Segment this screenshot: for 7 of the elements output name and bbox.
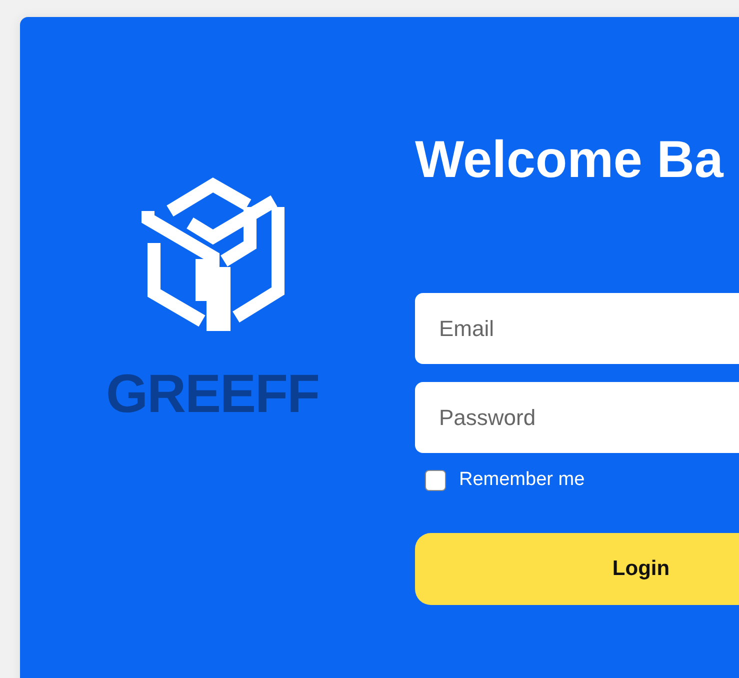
input-field[interactable]: Password xyxy=(415,382,739,454)
remember-label: Remember me xyxy=(459,469,585,492)
input-field[interactable]: Email xyxy=(415,293,739,364)
brand-name: GREEFF xyxy=(106,367,319,421)
welcome-heading: Welcome Ba xyxy=(415,130,725,191)
login-button[interactable]: Login xyxy=(415,533,739,606)
remember-checkbox[interactable] xyxy=(425,470,446,491)
